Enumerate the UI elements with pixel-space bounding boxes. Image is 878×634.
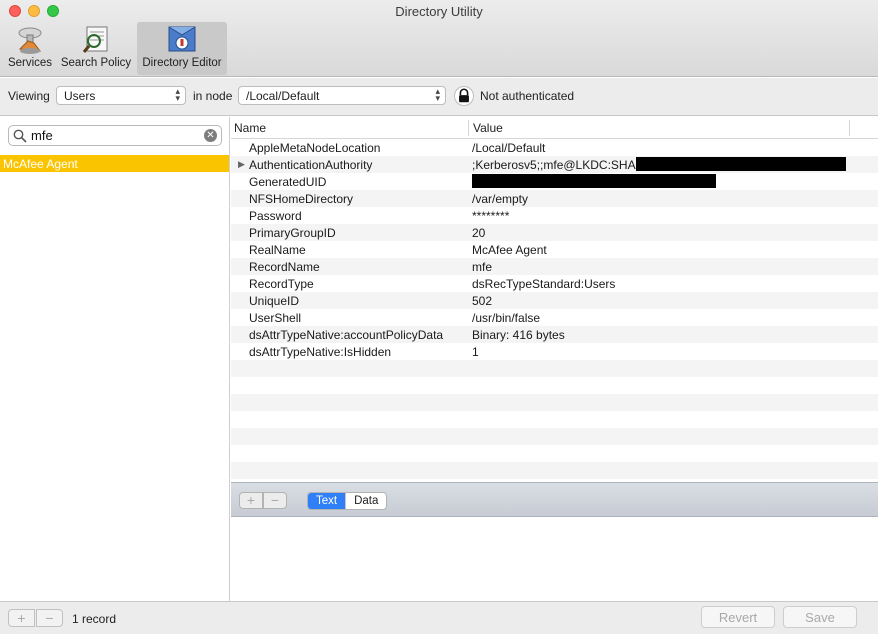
table-row[interactable]: RealName McAfee Agent: [231, 241, 878, 258]
empty-row: [231, 394, 878, 411]
directory-editor-icon: [168, 26, 196, 52]
record-count: 1 record: [72, 612, 117, 626]
list-item[interactable]: McAfee Agent: [0, 155, 229, 172]
attribute-value: 20: [472, 226, 486, 240]
table-row[interactable]: AppleMetaNodeLocation/Local/Default: [231, 139, 878, 156]
attribute-name: AppleMetaNodeLocation: [249, 141, 381, 155]
attribute-value: 502: [472, 294, 493, 308]
table-row[interactable]: RecordName mfe: [231, 258, 878, 275]
text-data-segmented-control: Text Data: [307, 492, 388, 510]
attribute-name: AuthenticationAuthority: [249, 158, 373, 172]
add-record-button[interactable]: +: [8, 609, 35, 627]
attribute-name: UniqueID: [249, 294, 300, 308]
save-button[interactable]: Save: [783, 606, 857, 628]
clear-search-icon[interactable]: ✕: [204, 129, 217, 142]
lock-icon: [459, 88, 469, 103]
toolbar-directory-editor[interactable]: Directory Editor: [137, 22, 227, 75]
table-row[interactable]: UniqueID 502: [231, 292, 878, 309]
title-bar: Directory Utility Services Search Policy…: [0, 0, 878, 77]
viewing-popup-value: Users: [64, 89, 96, 103]
table-row[interactable]: UserShell/usr/bin/false: [231, 309, 878, 326]
attribute-value: 1: [472, 345, 479, 359]
column-header-name[interactable]: Name: [234, 121, 266, 135]
attributes-table: Name Value AppleMetaNodeLocation/Local/D…: [231, 117, 878, 482]
remove-record-button[interactable]: −: [36, 609, 63, 627]
empty-row: [231, 428, 878, 445]
empty-row: [231, 411, 878, 428]
node-popup[interactable]: /Local/Default ▴ ▾: [238, 86, 446, 105]
attribute-name: Password: [249, 209, 302, 223]
updown-arrows-icon: ▴ ▾: [175, 86, 180, 103]
search-input[interactable]: [31, 127, 201, 144]
table-row[interactable]: Password ********: [231, 207, 878, 224]
attribute-value: ********: [472, 209, 510, 223]
viewing-popup[interactable]: Users ▴ ▾: [56, 86, 186, 105]
table-row[interactable]: GeneratedUID: [231, 173, 878, 190]
tab-data[interactable]: Data: [345, 493, 386, 509]
remove-value-button[interactable]: −: [263, 492, 287, 509]
attribute-name: UserShell: [249, 311, 302, 325]
redaction-bar: [472, 174, 716, 188]
value-editor-toolbar: + − Text Data: [231, 482, 878, 517]
attribute-name: dsAttrTypeNative:accountPolicyData: [249, 328, 444, 342]
search-icon: [13, 129, 27, 143]
table-rows: AppleMetaNodeLocation/Local/Default ▶ Auth…: [231, 139, 878, 479]
attribute-name: PrimaryGroupID: [249, 226, 336, 240]
redaction-bar: [636, 157, 846, 171]
attribute-value: /usr/bin/false: [472, 311, 541, 325]
auth-status: Not authenticated: [480, 89, 575, 103]
attribute-name: RecordName: [249, 260, 320, 274]
empty-row: [231, 462, 878, 479]
column-divider: [849, 120, 850, 136]
attribute-value: Binary: 416 bytes: [472, 328, 565, 342]
updown-arrows-icon: ▴ ▾: [435, 86, 440, 103]
add-value-button[interactable]: +: [239, 492, 263, 509]
toolbar-directory-editor-label: Directory Editor: [142, 57, 222, 69]
table-header: Name Value: [231, 117, 878, 139]
table-row[interactable]: dsAttrTypeNative:accountPolicyData Binary…: [231, 326, 878, 343]
table-row[interactable]: PrimaryGroupID 20: [231, 224, 878, 241]
table-row[interactable]: dsAttrTypeNative:IsHidden 1: [231, 343, 878, 360]
table-row[interactable]: RecordType dsRecTypeStandard:Users: [231, 275, 878, 292]
toolbar-services[interactable]: Services: [4, 22, 56, 75]
value-editor-area[interactable]: [231, 518, 878, 601]
revert-button[interactable]: Revert: [701, 606, 775, 628]
attribute-name: dsAttrTypeNative:IsHidden: [249, 345, 392, 359]
attribute-value: dsRecTypeStandard:Users: [472, 277, 616, 291]
records-sidebar: ✕ McAfee Agent: [0, 117, 230, 601]
attribute-name: GeneratedUID: [249, 175, 327, 189]
toolbar-search-policy-label: Search Policy: [60, 57, 132, 69]
search-policy-icon: [82, 26, 108, 53]
search-field[interactable]: ✕: [8, 125, 222, 146]
attribute-name: RecordType: [249, 277, 314, 291]
viewing-bar: Viewing Users ▴ ▾ in node /Local/Default …: [0, 78, 878, 116]
table-row[interactable]: NFSHomeDirectory/var/empty: [231, 190, 878, 207]
attribute-value: /Local/Default: [472, 141, 546, 155]
empty-row: [231, 360, 878, 377]
in-node-label: in node: [193, 89, 233, 103]
status-bar: + − 1 record Revert Save: [0, 601, 878, 634]
attribute-name: NFSHomeDirectory: [249, 192, 354, 206]
tab-text[interactable]: Text: [308, 493, 346, 509]
column-header-value[interactable]: Value: [473, 121, 503, 135]
toolbar-services-label: Services: [7, 57, 53, 69]
empty-row: [231, 445, 878, 462]
disclosure-triangle-icon[interactable]: ▶: [238, 159, 245, 170]
attribute-name: RealName: [249, 243, 306, 257]
attribute-value: McAfee Agent: [472, 243, 547, 257]
table-row[interactable]: ▶ AuthenticationAuthority ;Kerberosv5;;mfe…: [231, 156, 878, 173]
attribute-value: ;Kerberosv5;;mfe@LKDC:SHA1.8: [472, 158, 653, 172]
column-divider: [468, 120, 469, 136]
attribute-value: /var/empty: [472, 192, 529, 206]
window-title: Directory Utility: [395, 4, 483, 19]
empty-row: [231, 377, 878, 394]
services-icon: [18, 27, 42, 54]
toolbar-search-policy[interactable]: Search Policy: [58, 22, 134, 75]
viewing-label: Viewing: [8, 89, 50, 103]
lock-button[interactable]: [454, 86, 474, 106]
node-popup-value: /Local/Default: [246, 89, 320, 103]
attribute-value: mfe: [472, 260, 493, 274]
